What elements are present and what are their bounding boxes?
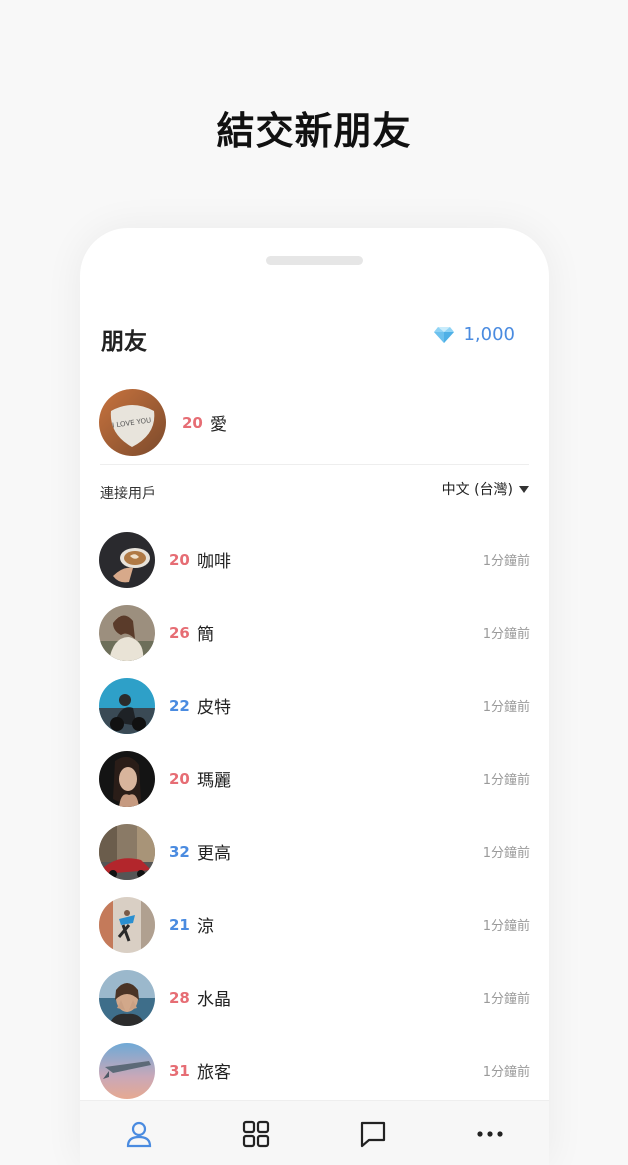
list-item[interactable]: 20 咖啡 1分鐘前: [99, 523, 530, 596]
grid-icon: [242, 1120, 269, 1147]
more-icon: [477, 1130, 503, 1137]
tab-friends[interactable]: [109, 1104, 169, 1164]
last-seen: 1分鐘前: [482, 700, 530, 715]
avatar: [99, 604, 155, 661]
age-label: 22: [169, 696, 190, 715]
avatar: I LOVE YOU: [99, 389, 166, 456]
user-name: 更高: [197, 844, 231, 864]
my-profile[interactable]: I LOVE YOU 20 愛: [99, 389, 227, 456]
age-label: 20: [182, 413, 203, 432]
avatar: [99, 1042, 155, 1099]
tab-bar: [80, 1100, 549, 1165]
caret-down-icon: [519, 485, 529, 493]
age-label: 31: [169, 1061, 190, 1080]
person-icon: [126, 1121, 151, 1147]
last-seen: 1分鐘前: [482, 627, 530, 642]
speaker-notch: [266, 256, 363, 265]
age-label: 26: [169, 623, 190, 642]
list-item[interactable]: 22 皮特 1分鐘前: [99, 669, 530, 742]
last-seen: 1分鐘前: [482, 1065, 530, 1080]
user-list: 20 咖啡 1分鐘前 26 簡 1分鐘前 22 皮特 1分鐘前 20 瑪麗 1分…: [99, 523, 530, 1107]
avatar: [99, 750, 155, 807]
divider: [100, 464, 529, 465]
age-label: 20: [169, 550, 190, 569]
user-name: 涼: [197, 917, 214, 937]
list-item[interactable]: 26 簡 1分鐘前: [99, 596, 530, 669]
tab-messages[interactable]: [343, 1104, 403, 1164]
avatar: [99, 896, 155, 953]
list-item[interactable]: 21 涼 1分鐘前: [99, 888, 530, 961]
language-selector[interactable]: 中文 (台灣): [442, 479, 529, 499]
last-seen: 1分鐘前: [482, 773, 530, 788]
tab-more[interactable]: [460, 1104, 520, 1164]
user-name: 水晶: [197, 990, 231, 1010]
age-label: 32: [169, 842, 190, 861]
avatar: [99, 677, 155, 734]
user-name: 愛: [210, 415, 227, 435]
chat-icon: [361, 1121, 386, 1147]
user-name: 簡: [197, 625, 214, 645]
age-label: 28: [169, 988, 190, 1007]
last-seen: 1分鐘前: [482, 846, 530, 861]
user-name: 瑪麗: [197, 771, 231, 791]
user-name: 咖啡: [197, 552, 231, 572]
coin-balance[interactable]: 1,000: [433, 324, 515, 345]
last-seen: 1分鐘前: [482, 992, 530, 1007]
avatar: [99, 823, 155, 880]
list-item[interactable]: 32 更高 1分鐘前: [99, 815, 530, 888]
age-label: 21: [169, 915, 190, 934]
diamond-icon: [434, 326, 455, 343]
headline: 結交新朋友: [216, 109, 412, 153]
user-name: 皮特: [197, 698, 231, 718]
age-label: 20: [169, 769, 190, 788]
tab-discover[interactable]: [226, 1104, 286, 1164]
avatar: [99, 531, 155, 588]
last-seen: 1分鐘前: [482, 919, 530, 934]
list-item[interactable]: 28 水晶 1分鐘前: [99, 961, 530, 1034]
list-item[interactable]: 20 瑪麗 1分鐘前: [99, 742, 530, 815]
list-item[interactable]: 31 旅客 1分鐘前: [99, 1034, 530, 1107]
avatar: [99, 969, 155, 1026]
page-title: 朋友: [101, 329, 147, 355]
section-label: 連接用戶: [100, 486, 156, 502]
user-name: 旅客: [197, 1063, 231, 1083]
last-seen: 1分鐘前: [482, 554, 530, 569]
coin-count: 1,000: [463, 324, 515, 345]
phone-frame: 朋友 1,000 I LOVE YOU 20 愛 連接用戶 中文 (台灣) 20…: [80, 228, 549, 1165]
language-label: 中文 (台灣): [441, 482, 513, 498]
